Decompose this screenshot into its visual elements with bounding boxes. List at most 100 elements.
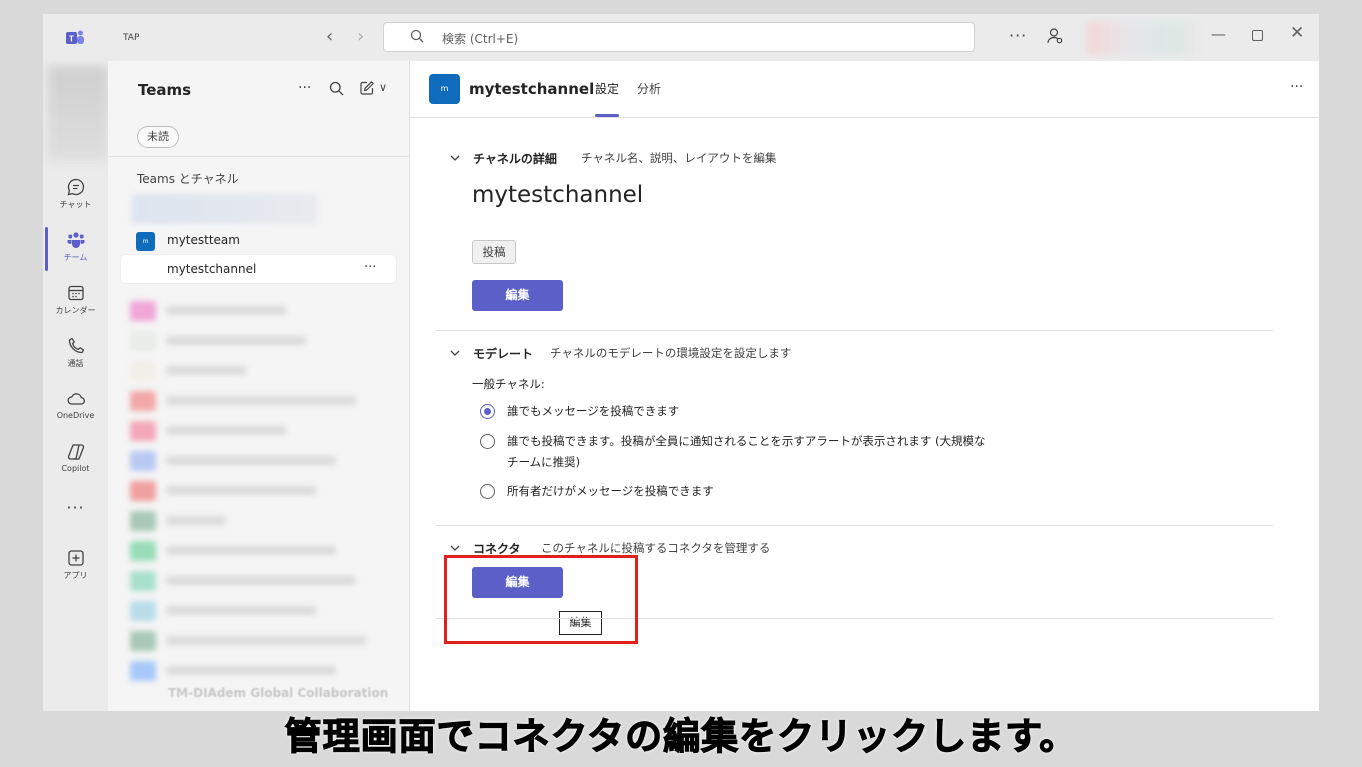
rail-item-calendar[interactable]: カレンダー (43, 276, 108, 328)
more-options-icon[interactable]: ··· (1009, 26, 1027, 45)
teams-and-channels-heading: Teams とチャネル (137, 172, 239, 186)
search-input[interactable]: 検索 (Ctrl+E) (383, 22, 975, 52)
channel-avatar: m (429, 74, 460, 104)
edit-details-button[interactable]: 編集 (472, 280, 563, 311)
teams-logo-icon[interactable]: T (65, 28, 85, 48)
header-more-icon[interactable]: ··· (1290, 79, 1303, 95)
channel-title: mytestchannel (469, 80, 595, 98)
rail-blurred-profile (48, 66, 108, 161)
list-more-icon[interactable]: ··· (298, 80, 311, 96)
team-item-mytestteam[interactable]: m mytestteam (136, 231, 396, 251)
list-item[interactable] (130, 539, 390, 562)
radio-owners-only[interactable] (480, 484, 495, 499)
rail-label-calendar: カレンダー (55, 306, 96, 315)
chevron-down-icon[interactable] (449, 152, 461, 164)
chevron-down-icon[interactable] (449, 347, 461, 359)
section-title-moderation: モデレート (473, 347, 534, 361)
chevron-down-icon[interactable] (449, 542, 461, 554)
list-item[interactable] (130, 599, 390, 622)
calendar-icon (67, 285, 84, 301)
channel-header: m mytestchannel 設定 分析 ··· (410, 61, 1319, 118)
app-rail: チャット チーム カレンダー 通話 OneDrive Copilot ··· ア… (43, 61, 108, 711)
rail-item-teams[interactable]: チーム (43, 223, 108, 275)
search-placeholder: 検索 (Ctrl+E) (442, 32, 519, 46)
list-item[interactable] (130, 479, 390, 502)
list-title: Teams (138, 81, 192, 99)
team-name: mytestteam (167, 233, 240, 247)
svg-text:T: T (69, 35, 74, 44)
list-item[interactable] (130, 359, 390, 382)
section-divider (436, 525, 1273, 526)
search-icon[interactable] (329, 81, 344, 96)
blurred-team-name[interactable]: TM-DIAdem Global Collaboration (168, 686, 388, 700)
list-item[interactable] (130, 419, 390, 442)
list-item[interactable] (130, 659, 390, 682)
blurred-teams-list (130, 299, 390, 711)
rail-item-copilot[interactable]: Copilot (43, 435, 108, 487)
blurred-team-item[interactable] (132, 194, 317, 224)
list-item[interactable] (130, 329, 390, 352)
radio-anyone-with-alert[interactable] (480, 434, 495, 449)
channel-more-icon[interactable]: ··· (364, 260, 376, 275)
list-item[interactable] (130, 569, 390, 592)
rail-item-calls[interactable]: 通話 (43, 329, 108, 381)
profile-avatar[interactable] (1087, 21, 1197, 55)
posts-tab-chip: 投稿 (472, 240, 516, 264)
add-apps-icon (67, 550, 84, 566)
copilot-icon (67, 444, 84, 460)
channel-settings-panel: m mytestchannel 設定 分析 ··· チャネルの詳細 チャネル名、… (410, 61, 1319, 711)
compose-icon[interactable] (359, 80, 375, 96)
list-item[interactable] (130, 389, 390, 412)
radio-label: 誰でも投稿できます。投稿が全員に通知されることを示すアラートが表示されます (大… (507, 434, 986, 448)
teams-icon (67, 232, 84, 248)
rail-label-chat: チャット (59, 200, 92, 209)
cloud-icon (67, 393, 85, 405)
list-divider (108, 156, 410, 157)
team-avatar: m (136, 232, 155, 251)
search-icon (410, 29, 424, 43)
radio-label-continued: チームに推奨) (507, 455, 581, 469)
channel-item-mytestchannel[interactable]: mytestchannel ··· (121, 255, 396, 283)
unread-filter-chip[interactable]: 未読 (137, 126, 179, 148)
rail-label-apps: アプリ (63, 571, 88, 580)
teams-window: T TAP ‹ › 検索 (Ctrl+E) ··· — ✕ チャット チーム カ… (43, 14, 1319, 711)
rail-item-apps[interactable]: アプリ (43, 541, 108, 593)
rail-item-onedrive[interactable]: OneDrive (43, 382, 108, 434)
radio-label: 誰でもメッセージを投稿できます (507, 404, 680, 418)
radio-label: 所有者だけがメッセージを投稿できます (507, 484, 714, 498)
teams-list-pane: Teams ··· ∨ 未読 Teams とチャネル m mytestteam … (108, 61, 410, 711)
rail-label-onedrive: OneDrive (56, 411, 95, 420)
channel-name: mytestchannel (167, 262, 257, 276)
forward-arrow-icon[interactable]: › (357, 26, 364, 47)
chevron-down-icon[interactable]: ∨ (379, 81, 387, 94)
rail-label-calls: 通話 (67, 359, 84, 368)
org-badge[interactable]: TAP (119, 32, 143, 44)
more-horizontal-icon: ··· (66, 498, 85, 517)
section-desc-connectors: このチャネルに投稿するコネクタを管理する (541, 541, 771, 555)
list-item[interactable] (130, 509, 390, 532)
instruction-caption: 管理画面でコネクタの編集をクリックします。 (284, 714, 1078, 758)
back-arrow-icon[interactable]: ‹ (326, 26, 333, 47)
general-channel-label: 一般チャネル: (472, 377, 545, 391)
tab-settings[interactable]: 設定 (595, 80, 620, 118)
person-settings-icon[interactable] (1046, 27, 1064, 45)
section-desc-moderation: チャネルのモデレートの環境設定を設定します (550, 346, 792, 360)
rail-label-copilot: Copilot (61, 464, 90, 473)
tab-analytics[interactable]: 分析 (637, 80, 661, 97)
maximize-icon[interactable] (1252, 30, 1263, 41)
minimize-icon[interactable]: — (1211, 25, 1226, 43)
radio-anyone-can-post[interactable] (480, 404, 495, 419)
rail-label-teams: チーム (63, 253, 88, 262)
list-item[interactable] (130, 629, 390, 652)
rail-item-chat[interactable]: チャット (43, 170, 108, 222)
chat-icon (67, 178, 84, 196)
rail-more-apps[interactable]: ··· (43, 495, 108, 521)
red-highlight-box (444, 555, 638, 644)
section-title-details: チャネルの詳細 (473, 152, 557, 166)
list-item[interactable] (130, 299, 390, 322)
phone-icon (68, 337, 84, 354)
list-item[interactable] (130, 449, 390, 472)
channel-name-display: mytestchannel (472, 182, 644, 208)
title-bar: T TAP ‹ › 検索 (Ctrl+E) ··· — ✕ (43, 14, 1319, 61)
close-icon[interactable]: ✕ (1290, 23, 1304, 43)
